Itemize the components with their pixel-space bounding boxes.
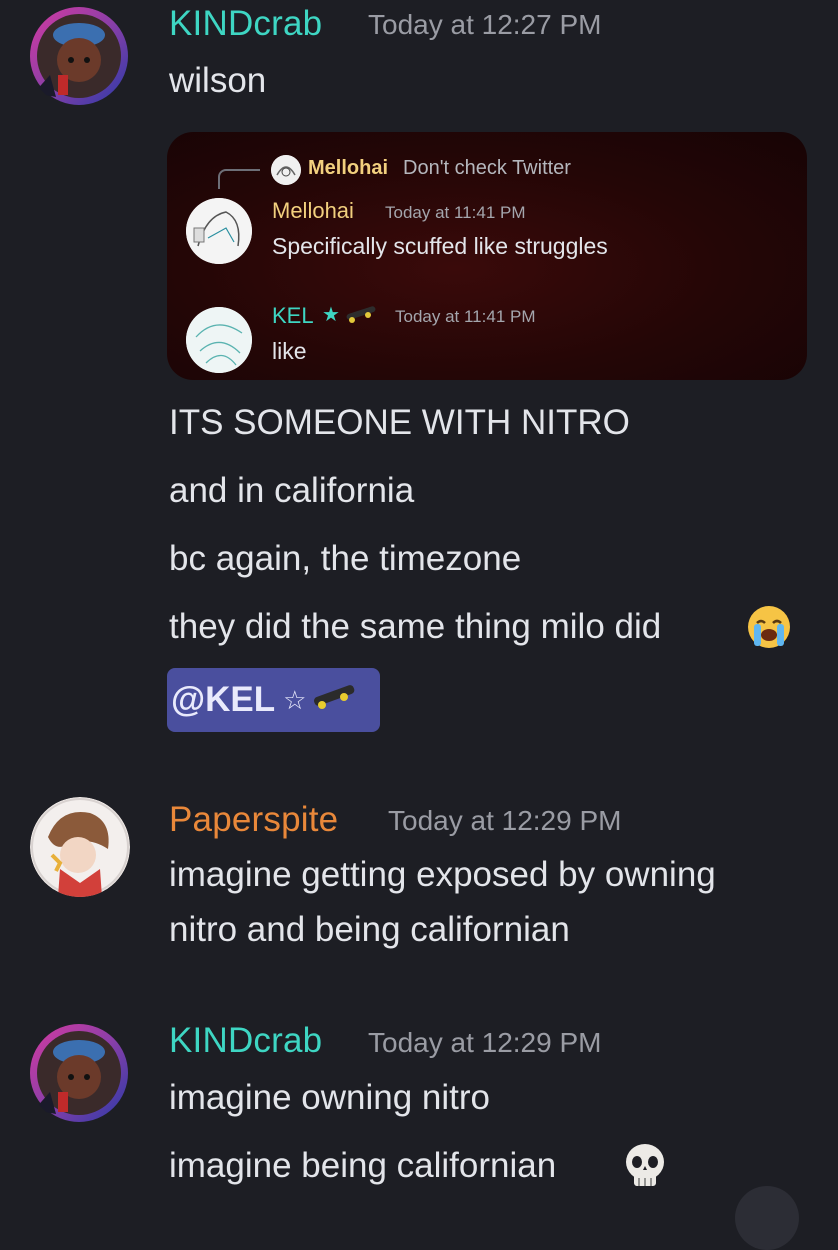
reply-connector xyxy=(218,169,260,189)
message-text: wilson xyxy=(169,61,267,100)
forward-text: like xyxy=(272,338,307,364)
message-text: imagine owning nitro xyxy=(169,1078,491,1117)
scroll-to-bottom-button[interactable] xyxy=(735,1186,799,1250)
message-timestamp: Today at 12:27 PM xyxy=(368,9,602,40)
author-name[interactable]: KINDcrab xyxy=(169,4,322,44)
skateboard-icon xyxy=(344,306,378,329)
mention-text: @KEL xyxy=(171,680,276,719)
message-text: and in california xyxy=(169,471,415,510)
forward-author[interactable]: KEL xyxy=(272,303,314,329)
skull-icon xyxy=(622,1142,668,1195)
author-name[interactable]: KINDcrab xyxy=(169,1021,322,1061)
star-icon: ☆ xyxy=(283,684,307,715)
message-text: bc again, the timezone xyxy=(169,539,522,578)
message-text: ITS SOMEONE WITH NITRO xyxy=(169,403,630,442)
forward-timestamp: Today at 11:41 PM xyxy=(385,203,526,222)
forwarded-message-card[interactable]: Mellohai Don't check Twitter Mellohai To… xyxy=(167,132,807,380)
forward-text: Specifically scuffed like struggles xyxy=(272,233,608,259)
message-text: nitro and being californian xyxy=(169,910,570,949)
reply-avatar xyxy=(271,155,301,185)
star-icon: ★ xyxy=(322,304,340,326)
forward-avatar-kel xyxy=(186,307,252,373)
message-text: imagine being californian xyxy=(169,1146,557,1185)
skateboard-icon xyxy=(310,680,358,720)
forward-timestamp: Today at 11:41 PM xyxy=(395,307,536,326)
user-mention[interactable]: @KEL ☆ xyxy=(167,668,380,732)
author-name[interactable]: Paperspite xyxy=(169,800,338,840)
reply-author[interactable]: Mellohai xyxy=(308,157,388,180)
crying-face-icon xyxy=(745,603,793,656)
forward-author[interactable]: Mellohai xyxy=(272,198,354,224)
message-text: imagine getting exposed by owning xyxy=(169,855,716,894)
avatar[interactable] xyxy=(30,797,130,897)
reply-preview-text: Don't check Twitter xyxy=(403,157,571,179)
avatar[interactable] xyxy=(28,5,130,107)
avatar[interactable] xyxy=(28,1022,130,1124)
message-timestamp: Today at 12:29 PM xyxy=(388,805,622,836)
message-text: they did the same thing milo did xyxy=(169,607,662,646)
message-timestamp: Today at 12:29 PM xyxy=(368,1027,602,1058)
forward-avatar-mellohai xyxy=(186,198,252,264)
